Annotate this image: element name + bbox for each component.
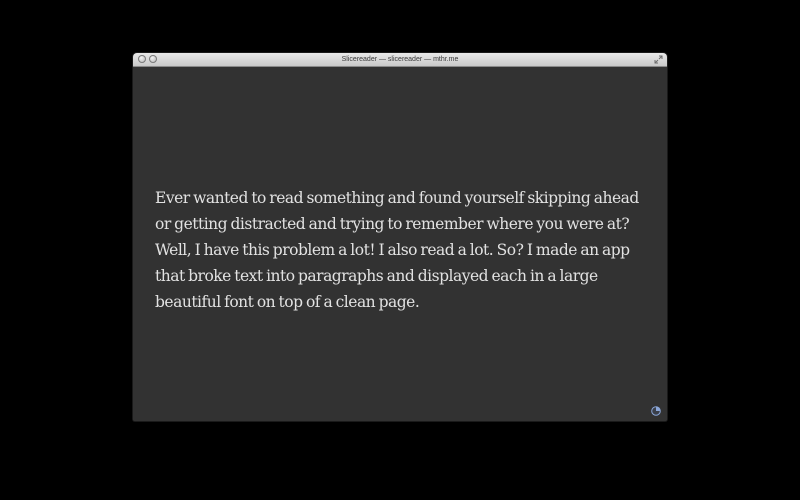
progress-pie-icon[interactable]	[651, 406, 661, 416]
window-title: Slicereader — slicereader — mthr.me	[341, 56, 459, 63]
app-window: Slicereader — slicereader — mthr.me Ever…	[133, 53, 667, 421]
reader-view[interactable]: Ever wanted to read something and found …	[133, 67, 667, 421]
desktop: Slicereader — slicereader — mthr.me Ever…	[0, 0, 800, 500]
title-bar[interactable]: Slicereader — slicereader — mthr.me	[133, 53, 667, 67]
reader-paragraph: Ever wanted to read something and found …	[155, 189, 639, 311]
fullscreen-icon[interactable]	[654, 55, 663, 64]
